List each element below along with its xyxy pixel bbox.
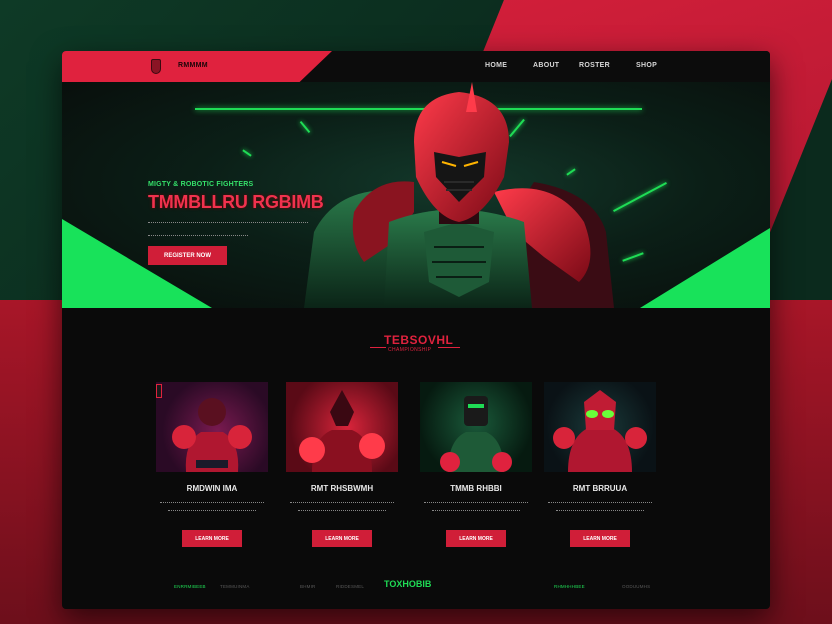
neon-streak [622,252,644,262]
section-rule [438,347,460,348]
footer-logo[interactable]: TOXHOBIB [384,579,431,589]
hero-description-line [148,222,308,224]
fighter-name[interactable]: RMDWIN IMA [156,484,268,493]
footer-link[interactable]: OODUUMHS [622,584,650,589]
fighter-image [172,398,252,472]
fighter-card: RMDWIN IMA LEARN MORE [156,382,278,547]
hero-eyebrow: MIGTY & ROBOTIC FIGHTERS [148,181,254,188]
hero-cta-button[interactable]: REGISTER NOW [148,246,227,265]
fighter-card: RMT BRRUUA LEARN MORE [544,382,666,547]
fighter-name[interactable]: TMMB RHBBI [420,484,532,493]
fighter-description-line [160,502,264,503]
fighter-card: RMT RHSBWMH LEARN MORE [286,382,408,547]
learn-more-button[interactable]: LEARN MORE [570,530,630,547]
shield-logo-icon[interactable] [151,59,161,74]
footer-link[interactable]: RHMHHHBEE [554,584,585,589]
fighter-description-line [298,510,386,511]
brand-name[interactable]: RMMMM [178,62,208,69]
top-navbar: RMMMM HOME ABOUT ROSTER SHOP [62,51,770,82]
fighter-card: TMMB RHBBI LEARN MORE [420,382,542,547]
fighter-portrait[interactable] [286,382,398,472]
website-mockup: RMMMM HOME ABOUT ROSTER SHOP MIGTY & ROB… [62,51,770,609]
hero-banner: MIGTY & ROBOTIC FIGHTERS TMMBLLRU RGBIMB… [62,82,770,308]
fighter-description-line [424,502,528,503]
footer-link[interactable]: BHMIR [300,584,316,589]
fighter-description-line [556,510,644,511]
nav-item-roster[interactable]: ROSTER [579,62,610,69]
footer-link[interactable]: ENRRMIBEEB [174,584,206,589]
footer-link[interactable]: RIDDESMEL [336,584,364,589]
card-badge [156,384,162,398]
learn-more-button[interactable]: LEARN MORE [182,530,242,547]
fighter-image [553,390,647,472]
hero-green-shape-right [640,228,770,308]
fighter-name[interactable]: RMT BRRUUA [544,484,656,493]
fighter-portrait[interactable] [156,382,268,472]
learn-more-button[interactable]: LEARN MORE [312,530,372,547]
fighter-image [299,390,385,472]
fighter-portrait[interactable] [420,382,532,472]
nav-item-shop[interactable]: SHOP [636,62,657,69]
fighter-description-line [290,502,394,503]
fighter-portrait[interactable] [544,382,656,472]
nav-item-home[interactable]: HOME [485,62,507,69]
fighter-image [440,396,512,472]
robot-fighter-illustration [304,82,614,308]
fighter-description-line [432,510,520,511]
fighter-name[interactable]: RMT RHSBWMH [286,484,398,493]
footer-link[interactable]: TEMMUINMA [220,584,250,589]
learn-more-button[interactable]: LEARN MORE [446,530,506,547]
neon-streak [242,149,252,157]
nav-item-about[interactable]: ABOUT [533,62,559,69]
fighter-description-line [548,502,652,503]
section-rule [370,347,386,348]
hero-description-line [148,235,248,237]
section-subtitle: CHAMPIONSHIP [388,347,432,353]
fighter-description-line [168,510,256,511]
section-title: TEBSOVHL [384,333,454,347]
